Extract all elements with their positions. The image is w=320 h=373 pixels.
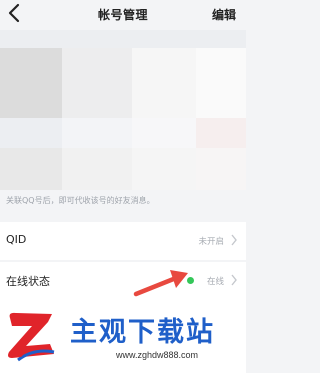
online-status-label: 在线状态 (6, 275, 50, 288)
watermark-url: www.zghdw888.com (116, 350, 199, 360)
qid-label: QID (6, 233, 27, 246)
link-qq-hint: 关联QQ号后，即可代收该号的好友消息。 (6, 196, 155, 205)
page-title: 帐号管理 (97, 8, 148, 22)
chevron-right-icon (231, 274, 237, 286)
annotation-arrow-icon (133, 270, 188, 297)
online-status-row[interactable]: 在线状态 在线 (0, 262, 246, 300)
chevron-right-icon (231, 234, 237, 246)
qid-row[interactable]: QID 未开启 (0, 222, 246, 260)
zhuguan-logo-icon (8, 312, 55, 362)
watermark-banner: 主观下载站 www.zghdw888.com (0, 300, 246, 373)
qid-status: 未开启 (198, 237, 224, 247)
blurred-account-list (0, 30, 246, 190)
edit-button[interactable]: 编辑 (212, 6, 236, 23)
online-status-value: 在线 (206, 277, 224, 287)
watermark-site-name: 主观下载站 (70, 317, 215, 348)
nav-bar: 帐号管理 编辑 (0, 0, 246, 30)
